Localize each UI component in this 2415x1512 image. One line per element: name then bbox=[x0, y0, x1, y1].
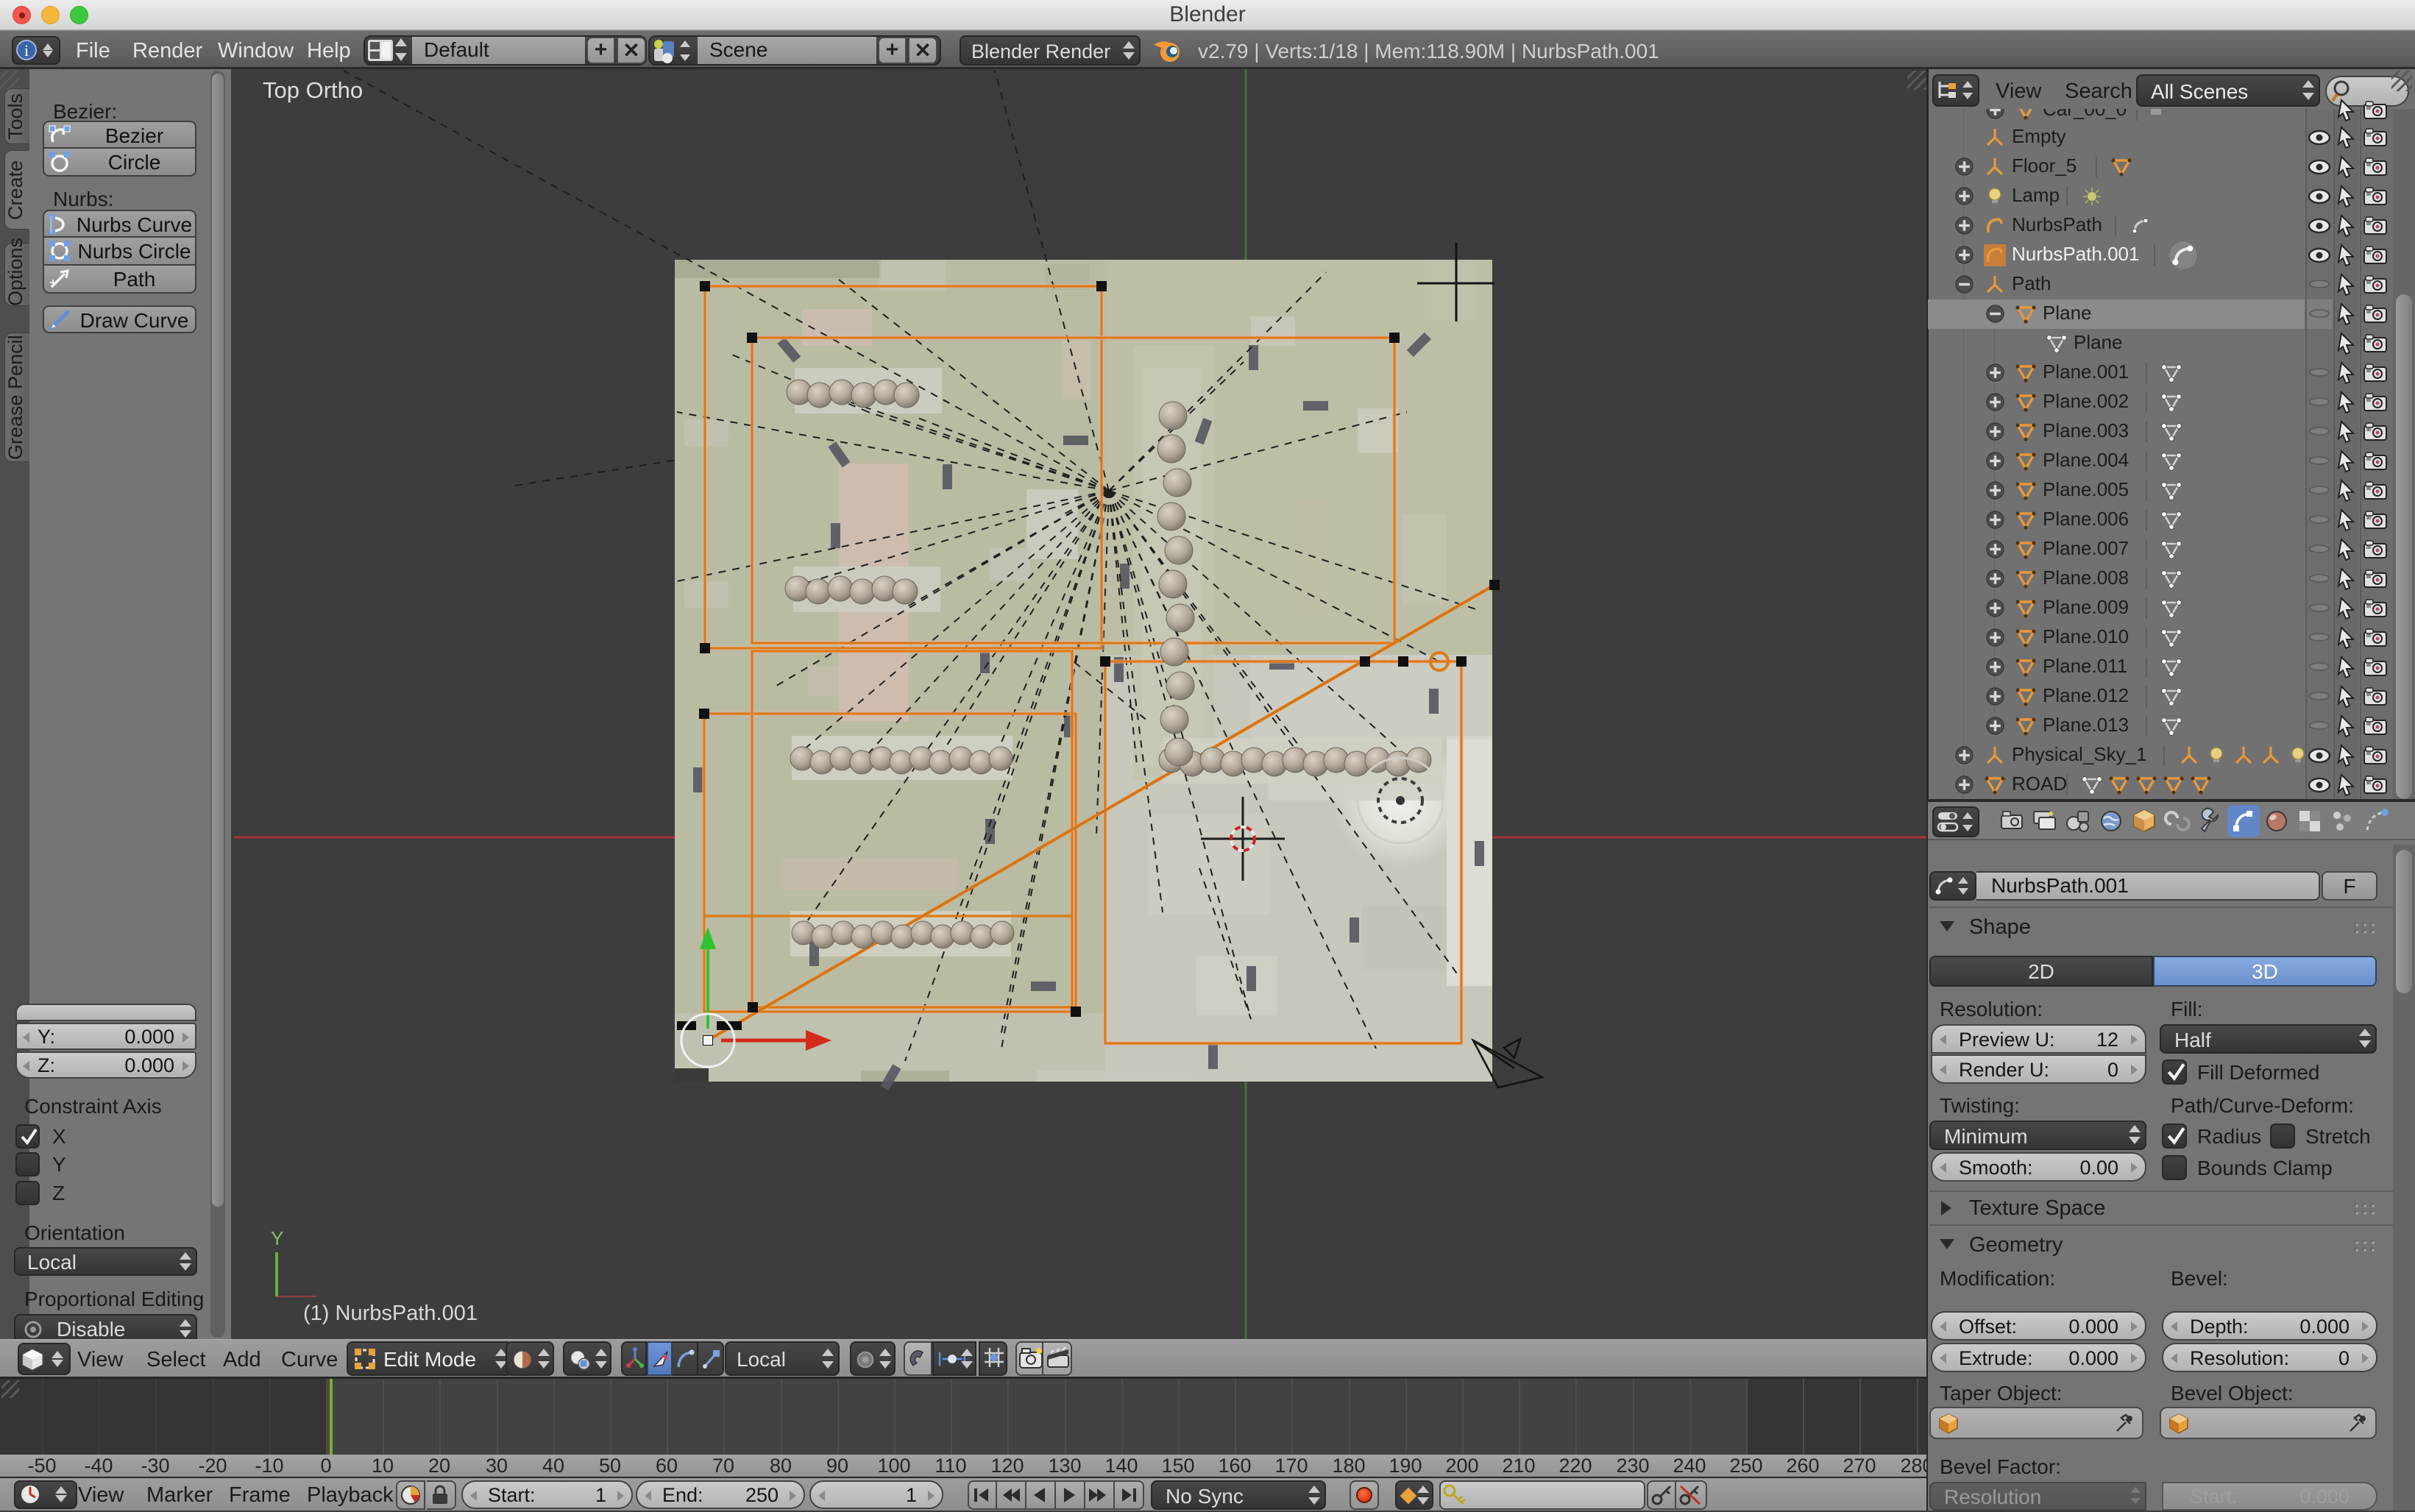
svg-text:i: i bbox=[24, 41, 29, 60]
svg-text:Top Ortho: Top Ortho bbox=[263, 77, 363, 103]
svg-text:Y: Y bbox=[271, 1227, 283, 1249]
svg-text:(1) NurbsPath.001: (1) NurbsPath.001 bbox=[303, 1302, 478, 1325]
